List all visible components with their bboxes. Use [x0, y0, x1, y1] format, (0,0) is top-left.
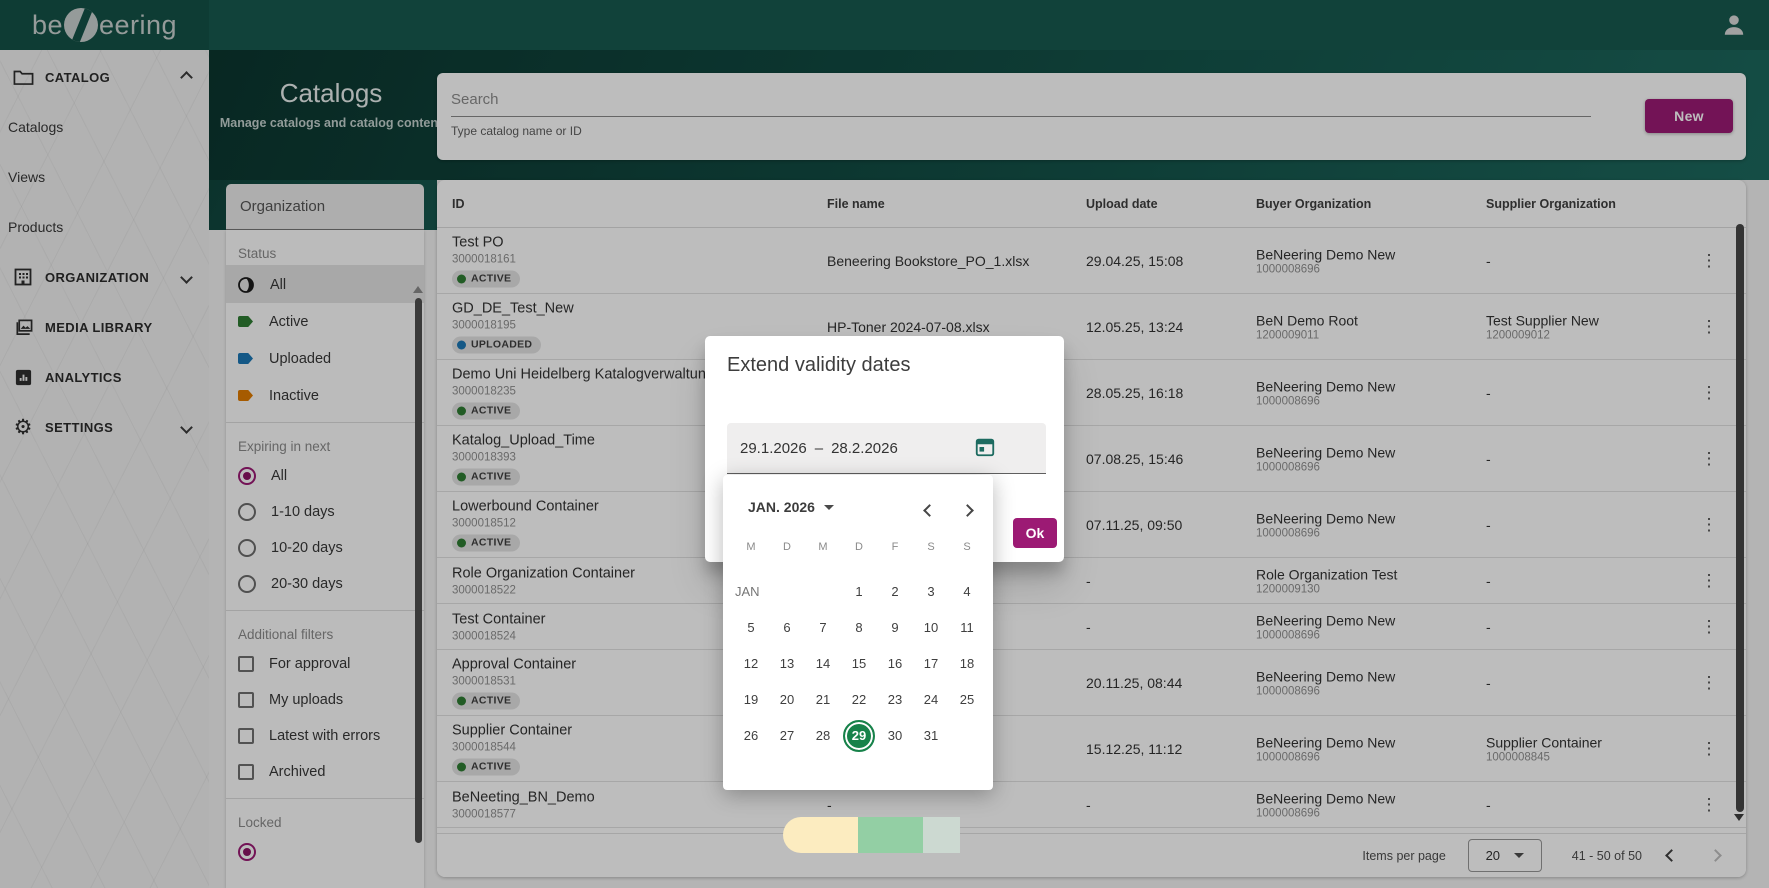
weekday-label: S	[949, 541, 985, 553]
calendar-day[interactable]: 17	[913, 646, 949, 682]
calendar-day[interactable]: 15	[841, 646, 877, 682]
date-range-end: 28.2.2026	[831, 440, 898, 457]
calendar-day[interactable]: 9	[877, 610, 913, 646]
next-month-button[interactable]	[963, 502, 975, 514]
calendar-day[interactable]: 23	[877, 682, 913, 718]
calendar-day[interactable]: 20	[769, 682, 805, 718]
calendar-day[interactable]: 2	[877, 574, 913, 610]
calendar-day[interactable]: 11	[949, 610, 985, 646]
calendar-day[interactable]: 10	[913, 610, 949, 646]
weekday-label: D	[841, 541, 877, 553]
calendar-day[interactable]: 27	[769, 718, 805, 754]
weekday-label: F	[877, 541, 913, 553]
month-label: JAN. 2026	[748, 499, 815, 515]
calendar-day-selected[interactable]: 29	[843, 720, 875, 752]
calendar-popup: JAN. 2026 MDMDFSS JAN 123456789101112131…	[723, 475, 993, 790]
calendar-day[interactable]: 1	[841, 574, 877, 610]
calendar-day[interactable]: 31	[913, 718, 949, 754]
calendar-day[interactable]: 14	[805, 646, 841, 682]
range-segment-green	[858, 817, 923, 853]
calendar-day[interactable]: 28	[805, 718, 841, 754]
dropdown-arrow-icon	[824, 505, 834, 510]
calendar-day[interactable]: 22	[841, 682, 877, 718]
calendar-day[interactable]: 24	[913, 682, 949, 718]
dialog-title: Extend validity dates	[727, 354, 910, 377]
calendar-day[interactable]: 8	[841, 610, 877, 646]
calendar-day[interactable]: 12	[733, 646, 769, 682]
calendar-day[interactable]: 25	[949, 682, 985, 718]
calendar-day[interactable]: 18	[949, 646, 985, 682]
calendar-day[interactable]: 6	[769, 610, 805, 646]
weekday-label: S	[913, 541, 949, 553]
calendar-day[interactable]: 26	[733, 718, 769, 754]
weekday-label: M	[805, 541, 841, 553]
calendar-day[interactable]: 21	[805, 682, 841, 718]
calendar-day[interactable]: 30	[877, 718, 913, 754]
date-range-field[interactable]: 29.1.2026 – 28.2.2026	[727, 423, 1046, 474]
weekday-label: M	[733, 541, 769, 553]
calendar-day[interactable]: 16	[877, 646, 913, 682]
range-segment-amber	[783, 817, 858, 853]
range-segment-gray	[923, 817, 960, 853]
date-range-start: 29.1.2026	[740, 440, 807, 457]
calendar-day[interactable]: 5	[733, 610, 769, 646]
ok-button[interactable]: Ok	[1013, 518, 1057, 548]
calendar-day[interactable]: 4	[949, 574, 985, 610]
calendar-icon[interactable]	[974, 436, 996, 458]
calendar-day[interactable]: 13	[769, 646, 805, 682]
calendar-grid: 1234567891011121314151617181920212223242…	[733, 574, 985, 754]
month-selector[interactable]: JAN. 2026	[748, 499, 834, 515]
weekday-header: MDMDFSS	[733, 541, 985, 559]
month-row-label: JAN	[735, 574, 760, 610]
date-range-separator: –	[815, 440, 823, 457]
weekday-label: D	[769, 541, 805, 553]
calendar-day[interactable]: 7	[805, 610, 841, 646]
calendar-day[interactable]: 3	[913, 574, 949, 610]
calendar-day[interactable]: 19	[733, 682, 769, 718]
previous-month-button[interactable]	[925, 502, 937, 514]
app-root: be eering CATALOG Catalogs Views Product…	[0, 0, 1769, 888]
